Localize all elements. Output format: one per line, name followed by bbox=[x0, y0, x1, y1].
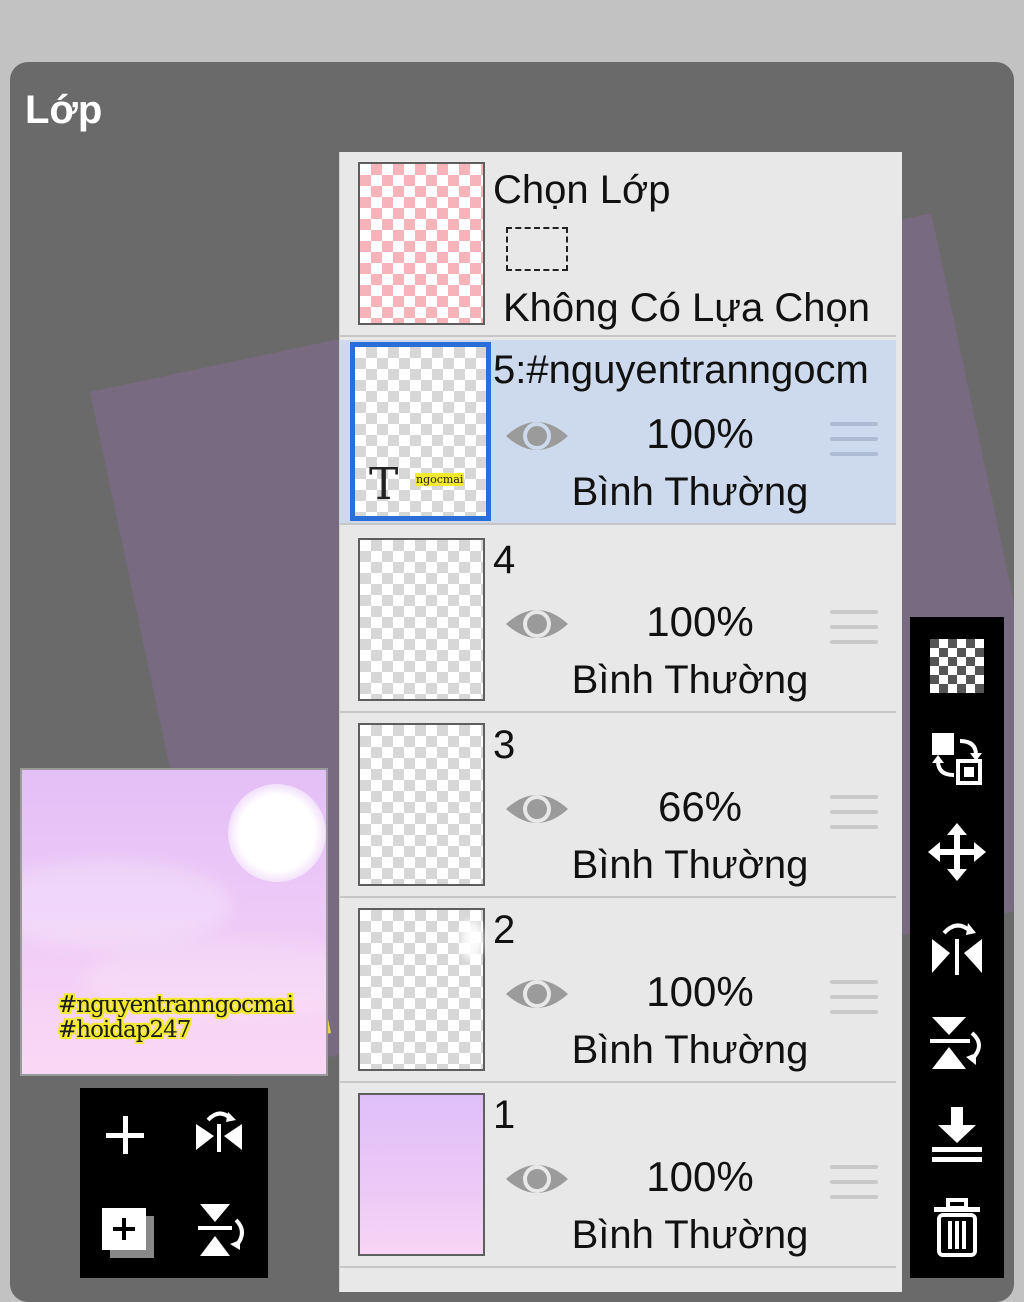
cloud bbox=[22, 860, 232, 950]
flip-horizontal-icon bbox=[930, 1017, 981, 1069]
drag-handle-icon[interactable] bbox=[830, 980, 878, 1016]
selection-thumbnail bbox=[358, 162, 485, 325]
layer-row-1[interactable]: 1 100% Bình Thường bbox=[340, 1083, 896, 1268]
flip-horizontal-icon bbox=[198, 1204, 244, 1256]
drag-handle-icon[interactable] bbox=[830, 795, 878, 831]
layer-opacity[interactable]: 100% bbox=[640, 1153, 760, 1201]
layer-blend-mode[interactable]: Bình Thường bbox=[520, 1213, 860, 1258]
eye-icon[interactable] bbox=[504, 602, 570, 646]
layer-thumbnail[interactable] bbox=[358, 1093, 485, 1256]
panel-title: Lớp bbox=[25, 88, 103, 132]
layer-thumbnail[interactable] bbox=[358, 908, 485, 1071]
layer-blend-mode[interactable]: Bình Thường bbox=[520, 843, 860, 888]
transparency-icon bbox=[930, 639, 984, 693]
layer-blend-mode[interactable]: Bình Thường bbox=[520, 470, 860, 515]
layer-blend-mode[interactable]: Bình Thường bbox=[520, 658, 860, 703]
flip-layer-vertical-button[interactable] bbox=[926, 917, 988, 979]
merge-down-icon bbox=[932, 1107, 982, 1162]
layer-opacity[interactable]: 100% bbox=[640, 410, 760, 458]
swap-layers-icon bbox=[932, 733, 982, 785]
selection-status: Không Có Lựa Chọn bbox=[503, 286, 871, 330]
preview-hashtag: #hoidap247 bbox=[58, 1017, 191, 1043]
eye-icon[interactable] bbox=[504, 972, 570, 1016]
flip-vertical-icon bbox=[196, 1111, 242, 1152]
flip-horizontal-button[interactable] bbox=[184, 1194, 254, 1264]
layer-list: Chọn Lớp Không Có Lựa Chọn T ngocmai 5:#… bbox=[339, 152, 902, 1292]
drag-handle-icon[interactable] bbox=[830, 1165, 878, 1201]
layer-thumbnail[interactable]: T ngocmai bbox=[350, 342, 491, 521]
delete-layer-button[interactable] bbox=[926, 1197, 988, 1259]
plus-icon bbox=[106, 1116, 144, 1154]
layer-name: 4 bbox=[493, 538, 516, 582]
layer-thumbnail[interactable] bbox=[358, 538, 485, 701]
layer-row-2[interactable]: 2 100% Bình Thường bbox=[340, 898, 896, 1083]
layer-blend-mode[interactable]: Bình Thường bbox=[520, 1028, 860, 1073]
thumbnail-glow bbox=[461, 920, 483, 960]
swap-layers-button[interactable] bbox=[926, 727, 988, 789]
selection-title: Chọn Lớp bbox=[493, 168, 671, 212]
flip-layer-horizontal-button[interactable] bbox=[926, 1011, 988, 1073]
preview-hashtag: #nguyentranngocmai bbox=[58, 992, 294, 1018]
add-layer-button[interactable] bbox=[90, 1100, 160, 1170]
add-layer-copy-button[interactable] bbox=[90, 1194, 160, 1264]
layer-tools-toolbar bbox=[910, 617, 1004, 1278]
trash-icon bbox=[934, 1198, 980, 1257]
layer-row-4[interactable]: 4 100% Bình Thường bbox=[340, 528, 896, 713]
selection-layer-row[interactable]: Chọn Lớp Không Có Lựa Chọn bbox=[340, 152, 896, 337]
layer-opacity[interactable]: 100% bbox=[640, 968, 760, 1016]
canvas-preview[interactable]: #nguyentranngocmai #hoidap247 bbox=[20, 768, 328, 1076]
selection-marquee-icon bbox=[506, 227, 568, 271]
layer-name: 5:#nguyentranngocm bbox=[493, 348, 869, 392]
eye-icon[interactable] bbox=[504, 1157, 570, 1201]
transparency-button[interactable] bbox=[926, 635, 988, 697]
layer-thumbnail[interactable] bbox=[358, 723, 485, 886]
layer-opacity[interactable]: 66% bbox=[640, 783, 760, 831]
layer-row-3[interactable]: 3 66% Bình Thường bbox=[340, 713, 896, 898]
drag-handle-icon[interactable] bbox=[830, 422, 878, 458]
text-layer-icon: T bbox=[369, 459, 399, 510]
flip-vertical-icon bbox=[932, 923, 982, 975]
drag-handle-icon[interactable] bbox=[830, 610, 878, 646]
layer-name: 1 bbox=[493, 1093, 516, 1137]
layer-name: 3 bbox=[493, 723, 516, 767]
eye-icon[interactable] bbox=[504, 787, 570, 831]
flip-vertical-button[interactable] bbox=[184, 1100, 254, 1170]
merge-down-button[interactable] bbox=[926, 1103, 988, 1165]
thumbnail-text: ngocmai bbox=[415, 473, 465, 486]
layer-opacity[interactable]: 100% bbox=[640, 598, 760, 646]
eye-icon[interactable] bbox=[504, 414, 570, 458]
move-button[interactable] bbox=[926, 821, 988, 883]
add-page-icon bbox=[102, 1208, 154, 1258]
layer-name: 2 bbox=[493, 908, 516, 952]
layer-actions-toolbar bbox=[80, 1088, 268, 1278]
move-icon bbox=[928, 823, 986, 881]
sun bbox=[228, 784, 326, 882]
layer-row-5[interactable]: T ngocmai 5:#nguyentranngocm 100% Bình T… bbox=[340, 340, 896, 525]
